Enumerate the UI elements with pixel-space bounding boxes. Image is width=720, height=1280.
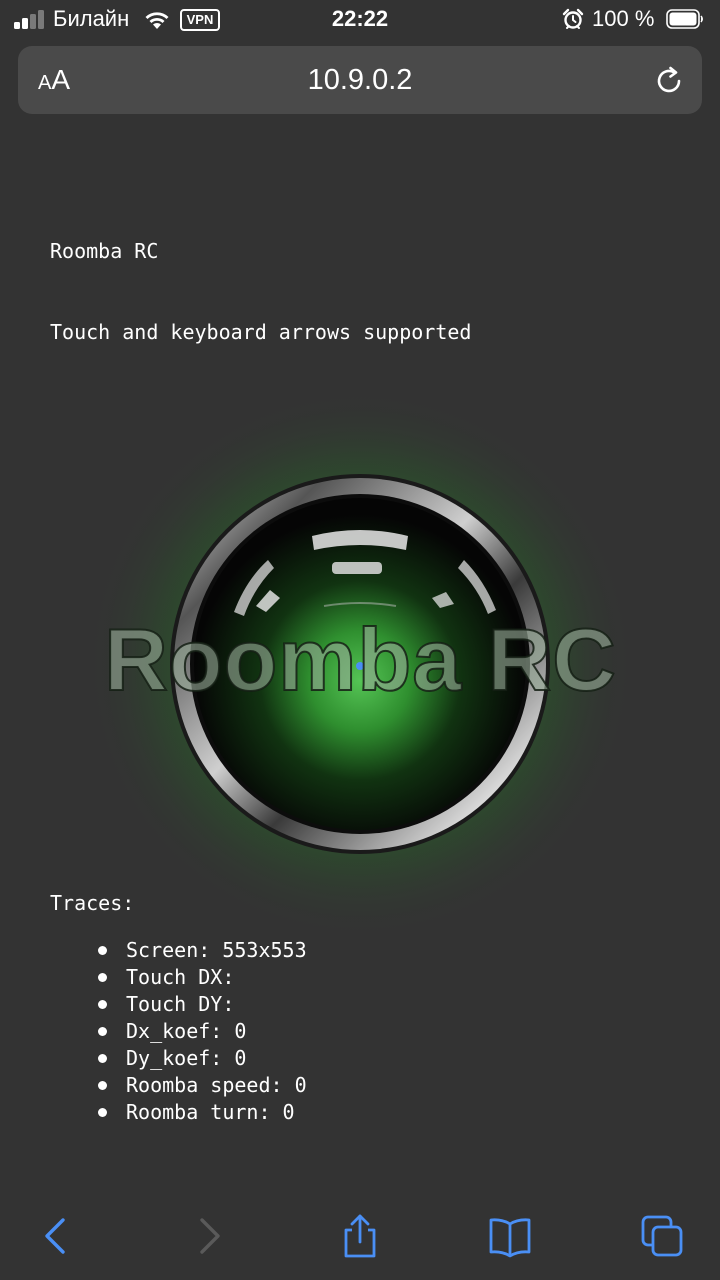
status-bar: Билайн VPN 22:22 100 % xyxy=(0,0,720,40)
trace-screen: Screen: 553x553 xyxy=(96,937,307,964)
touch-control-area[interactable]: Roomba RC xyxy=(84,384,637,937)
traces-heading: Traces: xyxy=(50,891,135,915)
share-icon[interactable] xyxy=(338,1214,382,1258)
trace-roomba-speed: Roomba speed: 0 xyxy=(96,1072,307,1099)
traces-list: Screen: 553x553 Touch DX: Touch DY: Dx_k… xyxy=(96,937,307,1126)
trace-touch-dy: Touch DY: xyxy=(96,991,307,1018)
url-field[interactable]: 10.9.0.2 xyxy=(18,62,702,98)
book-icon[interactable] xyxy=(488,1214,532,1258)
trace-dy-koef: Dy_koef: 0 xyxy=(96,1045,307,1072)
trace-dx-koef: Dx_koef: 0 xyxy=(96,1018,307,1045)
trace-roomba-turn: Roomba turn: 0 xyxy=(96,1099,307,1126)
battery-percentage: 100 % xyxy=(592,6,655,31)
address-bar[interactable]: AA 10.9.0.2 xyxy=(18,46,702,114)
alarm-icon xyxy=(562,8,584,29)
trace-touch-dx: Touch DX: xyxy=(96,964,307,991)
overlay-title: Roomba RC xyxy=(103,609,617,710)
chevron-left-icon[interactable] xyxy=(36,1214,80,1258)
tabs-icon[interactable] xyxy=(640,1214,684,1258)
battery-icon xyxy=(666,9,703,29)
page-title: Roomba RC xyxy=(50,239,159,263)
page-header: Roomba RC Touch and keyboard arrows supp… xyxy=(50,184,471,373)
reload-icon[interactable] xyxy=(652,64,686,98)
page-subtitle: Touch and keyboard arrows supported xyxy=(50,320,472,344)
browser-toolbar xyxy=(0,1190,720,1280)
chevron-right-icon[interactable] xyxy=(188,1214,232,1258)
